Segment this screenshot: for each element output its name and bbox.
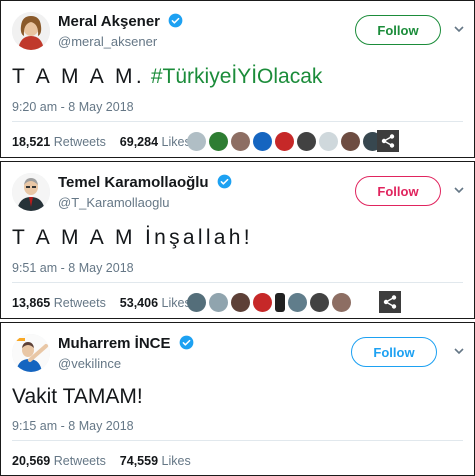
timestamp[interactable]: 9:15 am - 8 May 2018 [12, 419, 134, 433]
display-name-text[interactable]: Temel Karamollaoğlu [58, 174, 209, 191]
hashtag-link[interactable]: #TürkiyeİYİOlacak [151, 65, 323, 88]
display-name[interactable]: Temel Karamollaoğlu [58, 174, 232, 191]
liker-avatar[interactable] [319, 132, 338, 151]
tweet-card-aksener: Meral Akşener @meral_aksener Follow T A … [0, 0, 475, 158]
like-count[interactable]: 74,559 [120, 454, 158, 468]
tweet-text: Vakit TAMAM! [12, 385, 143, 408]
liker-avatar[interactable] [310, 293, 329, 312]
like-count[interactable]: 69,284 [120, 135, 158, 149]
like-count[interactable]: 53,406 [120, 296, 158, 310]
liker-avatar[interactable] [297, 132, 316, 151]
liker-avatar[interactable] [253, 293, 272, 312]
verified-badge-icon [217, 174, 232, 189]
liker-avatar[interactable] [209, 132, 228, 151]
liker-avatar[interactable] [275, 293, 285, 312]
divider [12, 282, 463, 283]
share-icon[interactable] [379, 291, 401, 313]
follow-button[interactable]: Follow [355, 15, 441, 45]
tweet-card-ince: Muharrem İNCE @vekilince Follow Vakit TA… [0, 322, 475, 476]
liker-avatar[interactable] [275, 132, 294, 151]
verified-badge-icon [168, 13, 183, 28]
chevron-down-icon[interactable] [453, 345, 465, 357]
tweet-card-karamollaoglu: Temel Karamollaoğlu @T_Karamollaoglu Fol… [0, 161, 475, 319]
share-icon[interactable] [377, 130, 399, 152]
retweet-count[interactable]: 13,865 [12, 296, 50, 310]
follow-button[interactable]: Follow [355, 176, 441, 206]
avatar[interactable] [12, 334, 50, 372]
likes-label: Likes [161, 454, 191, 468]
timestamp[interactable]: 9:51 am - 8 May 2018 [12, 261, 134, 275]
liker-avatar[interactable] [187, 132, 206, 151]
engagement-stats: 20,569 Retweets 74,559 Likes [12, 454, 191, 468]
verified-badge-icon [179, 335, 194, 350]
avatar[interactable] [12, 12, 50, 50]
engagement-stats: 18,521 Retweets 69,284 Likes [12, 135, 191, 149]
liker-avatars [187, 293, 351, 312]
engagement-stats: 13,865 Retweets 53,406 Likes [12, 296, 191, 310]
liker-avatars [187, 132, 382, 151]
liker-avatar[interactable] [253, 132, 272, 151]
liker-avatar[interactable] [231, 293, 250, 312]
liker-avatar[interactable] [332, 293, 351, 312]
display-name[interactable]: Meral Akşener [58, 13, 183, 30]
timestamp[interactable]: 9:20 am - 8 May 2018 [12, 100, 134, 114]
user-handle[interactable]: @vekilince [58, 356, 121, 371]
chevron-down-icon[interactable] [453, 184, 465, 196]
divider [12, 440, 463, 441]
retweets-label: Retweets [53, 135, 106, 149]
retweet-count[interactable]: 20,569 [12, 454, 50, 468]
liker-avatar[interactable] [341, 132, 360, 151]
liker-avatar[interactable] [288, 293, 307, 312]
display-name-text[interactable]: Meral Akşener [58, 13, 160, 30]
user-handle[interactable]: @meral_aksener [58, 34, 157, 49]
tweet-text: T A M A M. #TürkiyeİYİOlacak [12, 65, 322, 89]
retweets-label: Retweets [53, 296, 106, 310]
chevron-down-icon[interactable] [453, 23, 465, 35]
liker-avatar[interactable] [231, 132, 250, 151]
retweet-count[interactable]: 18,521 [12, 135, 50, 149]
avatar[interactable] [12, 173, 50, 211]
display-name-text[interactable]: Muharrem İNCE [58, 335, 171, 352]
display-name[interactable]: Muharrem İNCE [58, 335, 194, 352]
liker-avatar[interactable] [187, 293, 206, 312]
divider [12, 121, 463, 122]
retweets-label: Retweets [53, 454, 106, 468]
tweet-collage: Meral Akşener @meral_aksener Follow T A … [0, 0, 475, 476]
follow-button[interactable]: Follow [351, 337, 437, 367]
liker-avatar[interactable] [209, 293, 228, 312]
tweet-text: T A M A M İnşallah! [12, 226, 253, 249]
user-handle[interactable]: @T_Karamollaoglu [58, 195, 169, 210]
tweet-text-main: T A M A M. [12, 65, 145, 88]
